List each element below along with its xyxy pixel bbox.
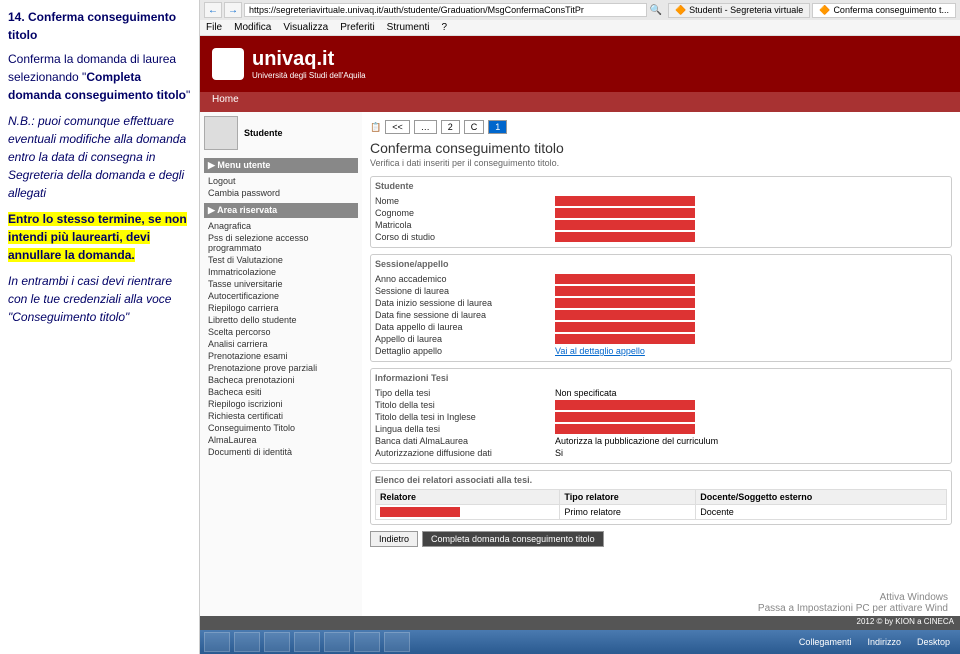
- nav-forward-button[interactable]: →: [224, 2, 242, 18]
- relatori-table: RelatoreTipo relatoreDocente/Soggetto es…: [375, 489, 947, 520]
- taskbar-ie-icon[interactable]: [264, 632, 290, 652]
- taskbar-indirizzo[interactable]: Indirizzo: [861, 637, 907, 647]
- taskbar-collegamenti[interactable]: Collegamenti: [793, 637, 858, 647]
- taskbar-excel-icon[interactable]: [324, 632, 350, 652]
- sidebar-logout[interactable]: Logout: [204, 175, 358, 187]
- bc-back[interactable]: <<: [385, 120, 410, 134]
- detail-link[interactable]: Vai al dettaglio appello: [555, 346, 645, 356]
- brand-name: univaq.it: [252, 48, 366, 71]
- redacted: [555, 424, 695, 434]
- taskbar-icon[interactable]: [234, 632, 260, 652]
- tab-2[interactable]: 🔶Conferma conseguimento t...: [812, 3, 956, 18]
- sidebar-item-15[interactable]: Richiesta certificati: [204, 410, 358, 422]
- taskbar-desktop[interactable]: Desktop: [911, 637, 956, 647]
- search-icon[interactable]: 🔍: [649, 5, 661, 16]
- redacted: [380, 507, 460, 517]
- sidebar-item-7[interactable]: Libretto dello studente: [204, 314, 358, 326]
- user-label: Studente: [244, 128, 283, 138]
- bc-dots[interactable]: …: [414, 120, 437, 134]
- instruction-p1: Conferma la domanda di laurea selezionan…: [8, 50, 191, 104]
- redacted: [555, 322, 695, 332]
- start-button[interactable]: [204, 632, 230, 652]
- favicon-2: 🔶: [819, 5, 830, 16]
- instruction-title: 14. Conferma conseguimento titolo: [8, 8, 191, 44]
- page-title: Conferma conseguimento titolo: [370, 140, 952, 156]
- instruction-p2: N.B.: puoi comunque effettuare eventuali…: [8, 112, 191, 202]
- sidebar-item-1[interactable]: Pss di selezione accesso programmato: [204, 232, 358, 254]
- menu-strumenti[interactable]: Strumenti: [387, 22, 430, 33]
- page-subtitle: Verifica i dati inseriti per il consegui…: [370, 158, 952, 168]
- breadcrumb: 📋 << … 2 C 1: [370, 120, 952, 134]
- redacted: [555, 232, 695, 242]
- univaq-logo: [212, 48, 244, 80]
- menubar: File Modifica Visualizza Preferiti Strum…: [200, 20, 960, 36]
- sidebar-item-0[interactable]: Anagrafica: [204, 220, 358, 232]
- browser-titlebar: ← → https://segreteriavirtuale.univaq.it…: [200, 0, 960, 20]
- main-content: 📋 << … 2 C 1 Conferma conseguimento tito…: [362, 112, 960, 616]
- taskbar-chrome-icon[interactable]: [294, 632, 320, 652]
- sidebar-item-10[interactable]: Prenotazione esami: [204, 350, 358, 362]
- favicon-1: 🔶: [675, 5, 686, 16]
- instruction-p3: Entro lo stesso termine, se non intendi …: [8, 210, 191, 264]
- activate-windows: Attiva WindowsPassa a Impostazioni PC pe…: [758, 592, 948, 614]
- taskbar-word-icon[interactable]: [384, 632, 410, 652]
- instruction-p4: In entrambi i casi devi rientrare con le…: [8, 272, 191, 326]
- redacted: [555, 286, 695, 296]
- section-studente: Studente NomeCognomeMatricolaCorso di st…: [370, 176, 952, 248]
- sidebar-item-6[interactable]: Riepilogo carriera: [204, 302, 358, 314]
- avatar: [204, 116, 238, 150]
- sidebar-item-17[interactable]: AlmaLaurea: [204, 434, 358, 446]
- sidebar-item-3[interactable]: Immatricolazione: [204, 266, 358, 278]
- redacted: [555, 298, 695, 308]
- sidebar-item-2[interactable]: Test di Valutazione: [204, 254, 358, 266]
- sidebar-item-12[interactable]: Bacheca prenotazioni: [204, 374, 358, 386]
- redacted: [555, 220, 695, 230]
- brand-subtitle: Università degli Studi dell'Aquila: [252, 71, 366, 80]
- redacted: [555, 196, 695, 206]
- sidebar-item-18[interactable]: Documenti di identità: [204, 446, 358, 458]
- back-button[interactable]: Indietro: [370, 531, 418, 547]
- menu-modifica[interactable]: Modifica: [234, 22, 271, 33]
- menu-help[interactable]: ?: [441, 22, 447, 33]
- sidebar-item-14[interactable]: Riepilogo iscrizioni: [204, 398, 358, 410]
- sidebar-item-16[interactable]: Conseguimento Titolo: [204, 422, 358, 434]
- table-row: Primo relatoreDocente: [376, 505, 947, 520]
- bc-2[interactable]: 2: [441, 120, 460, 134]
- sidebar-item-5[interactable]: Autocertificazione: [204, 290, 358, 302]
- menu-file[interactable]: File: [206, 22, 222, 33]
- sidebar-head-menu-utente: ▶ Menu utente: [204, 158, 358, 173]
- sidebar-cambia-password[interactable]: Cambia password: [204, 187, 358, 199]
- redacted: [555, 208, 695, 218]
- sidebar-item-8[interactable]: Scelta percorso: [204, 326, 358, 338]
- sidebar-item-4[interactable]: Tasse universitarie: [204, 278, 358, 290]
- redacted: [555, 412, 695, 422]
- sidebar-item-11[interactable]: Prenotazione prove parziali: [204, 362, 358, 374]
- section-tesi: Informazioni Tesi Tipo della tesiNon spe…: [370, 368, 952, 464]
- page-footer: 2012 © by KION a CINECA: [200, 616, 960, 630]
- tab-1[interactable]: 🔶Studenti - Segreteria virtuale: [668, 3, 810, 18]
- redacted: [555, 274, 695, 284]
- section-relatori: Elenco dei relatori associati alla tesi.…: [370, 470, 952, 525]
- bc-1[interactable]: 1: [488, 120, 507, 134]
- menu-preferiti[interactable]: Preferiti: [340, 22, 374, 33]
- bc-c[interactable]: C: [464, 120, 485, 134]
- section-sessione: Sessione/appello Anno accademicoSessione…: [370, 254, 952, 362]
- site-banner: univaq.it Università degli Studi dell'Aq…: [200, 36, 960, 92]
- address-bar[interactable]: https://segreteriavirtuale.univaq.it/aut…: [244, 3, 647, 17]
- sidebar: Studente ▶ Menu utente Logout Cambia pas…: [200, 112, 362, 616]
- sidebar-item-9[interactable]: Analisi carriera: [204, 338, 358, 350]
- redacted: [555, 310, 695, 320]
- sidebar-head-area-riservata: ▶ Area riservata: [204, 203, 358, 218]
- redacted: [555, 400, 695, 410]
- nav-back-button[interactable]: ←: [204, 2, 222, 18]
- home-link[interactable]: Home: [200, 92, 960, 112]
- taskbar: Collegamenti Indirizzo Desktop: [200, 630, 960, 654]
- submit-button[interactable]: Completa domanda conseguimento titolo: [422, 531, 604, 547]
- sidebar-item-13[interactable]: Bacheca esiti: [204, 386, 358, 398]
- redacted: [555, 334, 695, 344]
- menu-visualizza[interactable]: Visualizza: [283, 22, 328, 33]
- taskbar-app-icon[interactable]: [354, 632, 380, 652]
